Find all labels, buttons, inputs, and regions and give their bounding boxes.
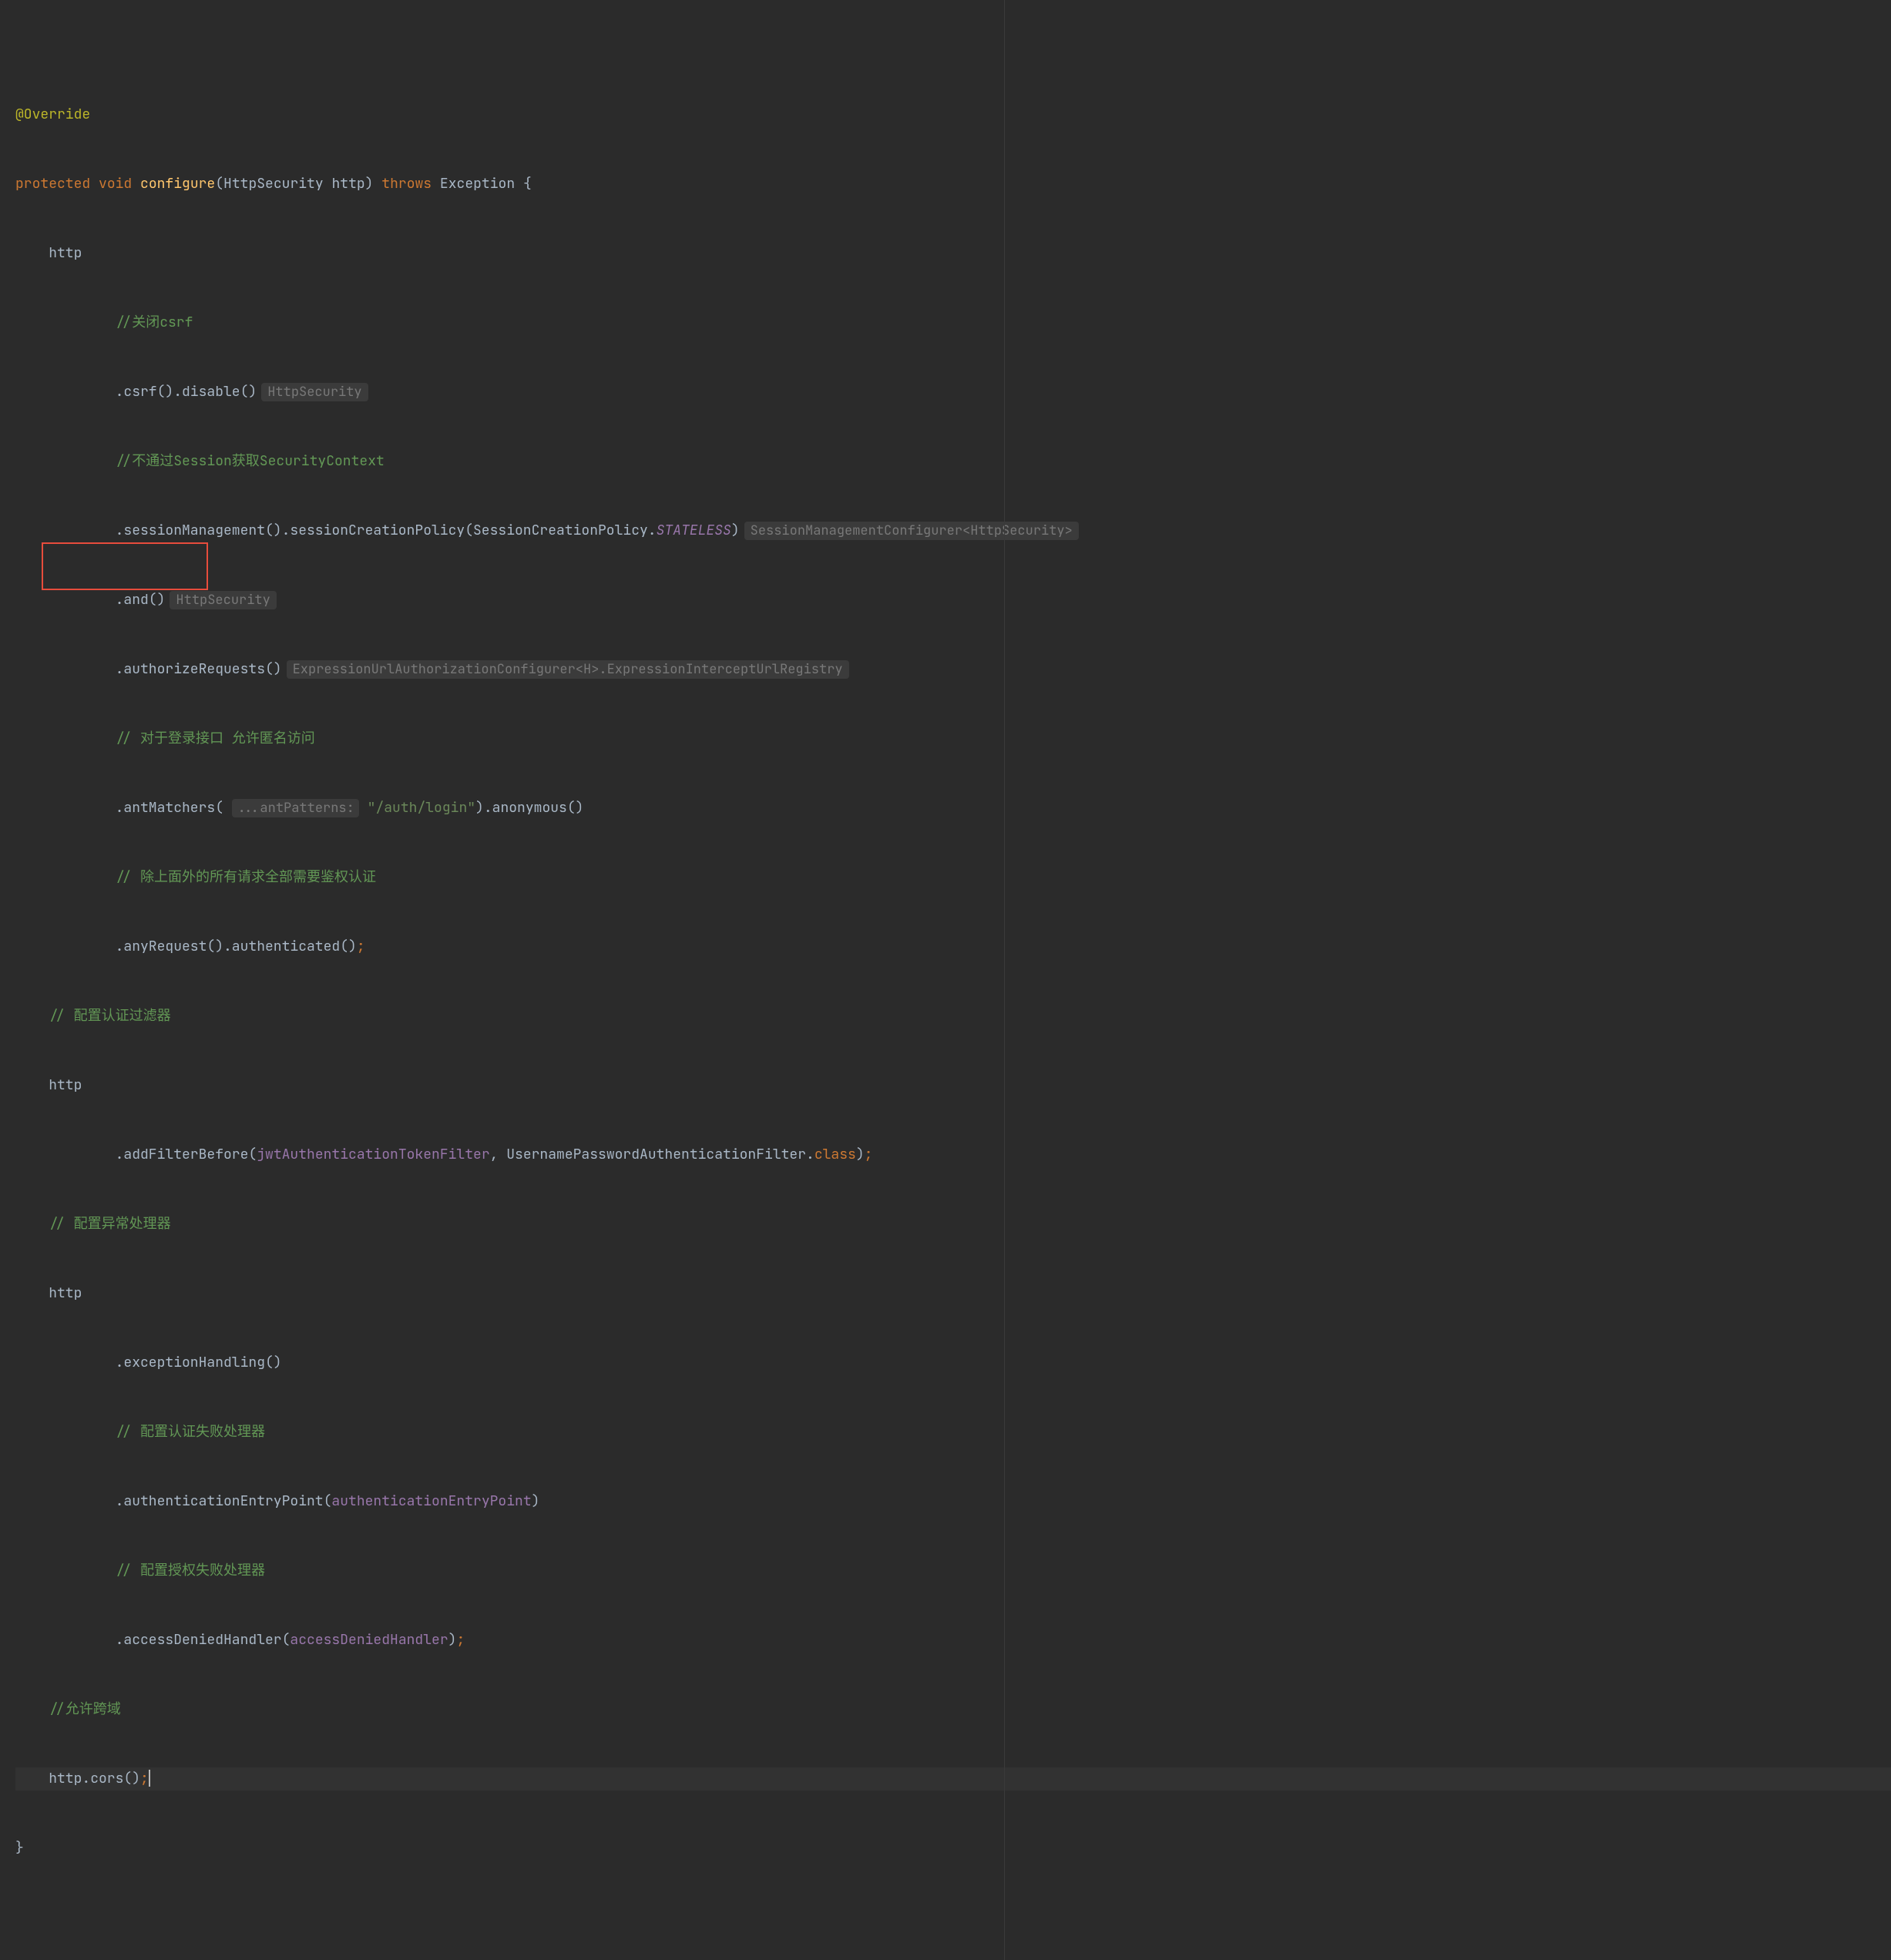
paren: (	[215, 175, 223, 193]
brace: }	[15, 1839, 24, 1857]
keyword-void: void	[99, 175, 132, 193]
paren: )	[448, 1631, 457, 1649]
text-caret	[149, 1770, 150, 1787]
comment: //关闭csrf	[116, 314, 193, 331]
comment: // 除上面外的所有请求全部需要鉴权认证	[116, 868, 376, 886]
comment: // 配置异常处理器	[49, 1215, 170, 1233]
code-line: .anyRequest().authenticated();	[15, 935, 1891, 958]
semicolon: ;	[357, 938, 365, 955]
code-line: // 配置认证过滤器	[15, 1005, 1891, 1028]
comment: // 对于登录接口 允许匿名访问	[116, 730, 315, 747]
brace: {	[523, 175, 532, 193]
field-ref: authenticationEntryPoint	[331, 1492, 531, 1510]
code-line: //允许跨域	[15, 1698, 1891, 1721]
paren: )	[856, 1146, 865, 1163]
annotation-token: @Override	[15, 106, 90, 123]
code-line: .sessionManagement().sessionCreationPoli…	[15, 519, 1891, 542]
code-line: // 配置授权失败处理器	[15, 1559, 1891, 1582]
keyword-class: class	[815, 1146, 856, 1163]
semicolon: ;	[456, 1631, 465, 1649]
code-line: .and()HttpSecurity	[15, 589, 1891, 612]
chain-call: , UsernamePasswordAuthenticationFilter.	[490, 1146, 815, 1163]
chain-call: .authorizeRequests()	[116, 660, 282, 678]
code-line: @Override	[15, 103, 1891, 126]
code-line: // 配置异常处理器	[15, 1213, 1891, 1236]
code-line: .antMatchers( ...antPatterns: "/auth/log…	[15, 797, 1891, 820]
code-line-active: http.cors();	[15, 1767, 1891, 1791]
right-margin-line	[1004, 0, 1005, 1960]
code-line: .authenticationEntryPoint(authentication…	[15, 1490, 1891, 1513]
code-editor[interactable]: @Override protected void configure(HttpS…	[0, 0, 1891, 1960]
keyword-protected: protected	[15, 175, 90, 193]
code-line: protected void configure(HttpSecurity ht…	[15, 173, 1891, 196]
chain-call: .accessDeniedHandler(	[116, 1631, 291, 1649]
chain-call: ).anonymous()	[475, 799, 583, 817]
inlay-hint: SessionManagementConfigurer<HttpSecurity…	[744, 522, 1079, 540]
code-line: .csrf().disable()HttpSecurity	[15, 381, 1891, 404]
code-line: //关闭csrf	[15, 311, 1891, 334]
chain-call: .exceptionHandling()	[116, 1354, 282, 1371]
code-line: // 除上面外的所有请求全部需要鉴权认证	[15, 866, 1891, 889]
chain-call: http.cors()	[49, 1770, 140, 1787]
param-hint: ...antPatterns:	[232, 799, 359, 817]
string-literal: "/auth/login"	[368, 799, 475, 817]
code-line: .addFilterBefore(jwtAuthenticationTokenF…	[15, 1143, 1891, 1166]
param-name: http	[331, 175, 364, 193]
watermark: CSDN @HGW689	[1822, 1957, 1877, 1960]
param-type: HttpSecurity	[223, 175, 324, 193]
identifier: http	[49, 1076, 82, 1094]
chain-call: .authenticationEntryPoint(	[116, 1492, 332, 1510]
field-ref: jwtAuthenticationTokenFilter	[257, 1146, 489, 1163]
chain-call: .sessionManagement().sessionCreationPoli…	[116, 522, 657, 539]
identifier: http	[49, 1284, 82, 1302]
comment: // 配置认证过滤器	[49, 1007, 170, 1025]
comment: //不通过Session获取SecurityContext	[116, 452, 385, 470]
identifier: http	[49, 244, 82, 262]
inlay-hint: HttpSecurity	[170, 591, 276, 609]
code-line: .accessDeniedHandler(accessDeniedHandler…	[15, 1629, 1891, 1652]
comment: // 配置授权失败处理器	[116, 1562, 265, 1579]
chain-call: .antMatchers(	[116, 799, 223, 817]
code-line: // 配置认证失败处理器	[15, 1421, 1891, 1444]
exception-type: Exception	[440, 175, 515, 193]
semicolon: ;	[865, 1146, 873, 1163]
paren: )	[365, 175, 374, 193]
code-line: http	[15, 1074, 1891, 1097]
inlay-hint: HttpSecurity	[261, 383, 368, 401]
chain-call: .addFilterBefore(	[116, 1146, 257, 1163]
inlay-hint: ExpressionUrlAuthorizationConfigurer<H>.…	[287, 660, 849, 679]
highlight-box	[42, 542, 208, 590]
semicolon: ;	[140, 1770, 149, 1787]
code-line: .exceptionHandling()	[15, 1351, 1891, 1374]
code-line: http	[15, 1282, 1891, 1305]
code-line: .authorizeRequests() ExpressionUrlAuthori…	[15, 658, 1891, 681]
keyword-throws: throws	[381, 175, 432, 193]
field-ref: accessDeniedHandler	[290, 1631, 448, 1649]
code-line: }	[15, 1837, 1891, 1860]
paren: )	[532, 1492, 540, 1510]
chain-call: .and()	[116, 591, 166, 609]
method-name: configure	[140, 175, 215, 193]
code-line: //不通过Session获取SecurityContext	[15, 450, 1891, 473]
chain-call: .csrf().disable()	[116, 383, 257, 401]
code-line: // 对于登录接口 允许匿名访问	[15, 727, 1891, 750]
comment: //允许跨域	[49, 1700, 121, 1718]
enum-constant: STATELESS	[657, 522, 731, 539]
paren: )	[731, 522, 740, 539]
code-line: http	[15, 242, 1891, 265]
comment: // 配置认证失败处理器	[116, 1423, 265, 1441]
chain-call: .anyRequest().authenticated()	[116, 938, 357, 955]
